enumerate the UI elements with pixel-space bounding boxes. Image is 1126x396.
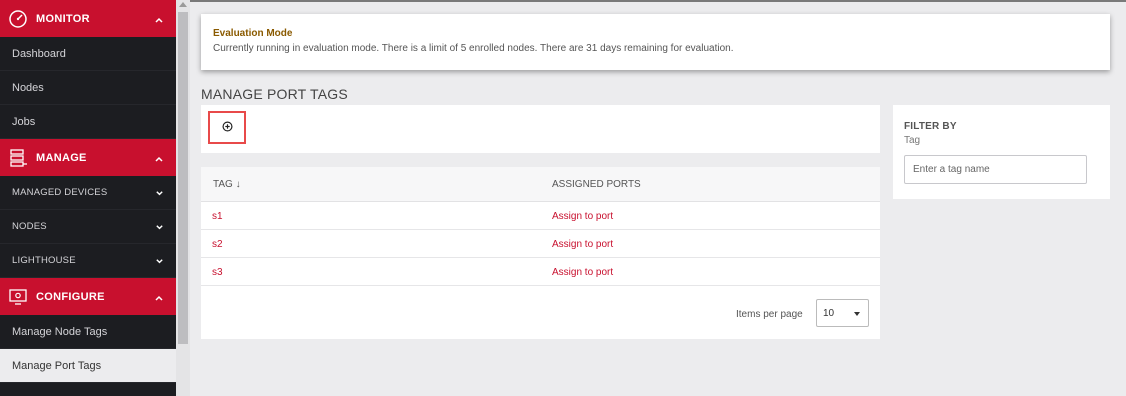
top-divider (190, 0, 1126, 2)
chevron-up-icon[interactable] (154, 290, 164, 308)
sidebar-section-label: MANAGE (36, 151, 87, 164)
banner-text: Currently running in evaluation mode. Th… (213, 43, 734, 54)
items-per-page-select[interactable]: 10 (816, 299, 869, 327)
tag-link[interactable]: s3 (212, 267, 223, 278)
filter-tag-label: Tag (904, 135, 921, 146)
sidebar-section-monitor[interactable]: MONITOR (0, 0, 176, 37)
table-row: s1 Assign to port (201, 202, 880, 230)
add-tag-button[interactable] (208, 111, 246, 144)
sidebar-item-lighthouse[interactable]: LIGHTHOUSE (0, 244, 176, 278)
gauge-icon (8, 9, 28, 29)
sidebar-item-label: Nodes (12, 81, 44, 94)
chevron-down-icon[interactable] (155, 189, 164, 201)
chevron-down-icon[interactable] (155, 223, 164, 235)
sidebar-item-manage-port-tags[interactable]: Manage Port Tags (0, 349, 176, 383)
sidebar-item-label: NODES (12, 221, 47, 232)
sidebar-section-label: CONFIGURE (36, 290, 105, 303)
sidebar-item-label: Dashboard (12, 47, 66, 60)
chevron-down-icon[interactable] (155, 257, 164, 269)
assign-to-port-link[interactable]: Assign to port (552, 267, 613, 278)
sidebar-item-nodes-group[interactable]: NODES (0, 210, 176, 244)
column-header-tag[interactable]: TAG ↓ (213, 179, 241, 190)
sidebar: MONITOR Dashboard Nodes Jobs MANAGE MANA… (0, 0, 176, 396)
items-per-page-label: Items per page (736, 309, 803, 320)
chevron-up-icon[interactable] (154, 12, 164, 30)
page-title: MANAGE PORT TAGS (201, 86, 348, 102)
items-per-page-value: 10 (823, 308, 835, 319)
tag-filter-input[interactable] (904, 155, 1087, 184)
assign-to-port-link[interactable]: Assign to port (552, 211, 613, 222)
assign-to-port-link[interactable]: Assign to port (552, 239, 613, 250)
filter-title: FILTER BY (904, 121, 957, 132)
filter-panel: FILTER BY Tag (893, 105, 1110, 199)
banner-title: Evaluation Mode (213, 28, 293, 39)
sidebar-item-jobs[interactable]: Jobs (0, 105, 176, 139)
sidebar-section-manage[interactable]: MANAGE (0, 139, 176, 176)
column-header-assigned-ports: ASSIGNED PORTS (552, 179, 641, 190)
scroll-up-arrow-icon[interactable] (179, 2, 187, 7)
sidebar-item-managed-devices[interactable]: MANAGED DEVICES (0, 176, 176, 210)
evaluation-banner: Evaluation Mode Currently running in eva… (201, 14, 1110, 70)
table-row: s3 Assign to port (201, 258, 880, 286)
tag-link[interactable]: s2 (212, 239, 223, 250)
monitor-gear-icon (8, 287, 28, 307)
paginator: Items per page 10 (201, 287, 880, 339)
add-tag-panel (201, 105, 880, 153)
add-circle-icon (222, 119, 233, 137)
tag-link[interactable]: s1 (212, 211, 223, 222)
table-row: s2 Assign to port (201, 230, 880, 258)
sidebar-section-label: MONITOR (36, 12, 90, 25)
sidebar-item-dashboard[interactable]: Dashboard (0, 37, 176, 71)
sidebar-item-label: Jobs (12, 115, 36, 128)
server-list-icon (8, 148, 28, 168)
scrollbar-thumb[interactable] (178, 12, 188, 344)
sidebar-item-label: Manage Port Tags (12, 359, 102, 372)
sidebar-section-configure[interactable]: CONFIGURE (0, 278, 176, 315)
dropdown-arrow-icon (854, 312, 860, 316)
sidebar-item-label: MANAGED DEVICES (12, 187, 108, 198)
sidebar-item-nodes[interactable]: Nodes (0, 71, 176, 105)
table-header: TAG ↓ ASSIGNED PORTS (201, 167, 880, 202)
sidebar-item-label: LIGHTHOUSE (12, 255, 76, 266)
chevron-up-icon[interactable] (154, 151, 164, 169)
sidebar-scrollbar[interactable] (176, 0, 190, 396)
sidebar-item-manage-node-tags[interactable]: Manage Node Tags (0, 315, 176, 349)
sidebar-item-label: Manage Node Tags (12, 325, 108, 338)
port-tags-table: TAG ↓ ASSIGNED PORTS s1 Assign to port s… (201, 167, 880, 339)
